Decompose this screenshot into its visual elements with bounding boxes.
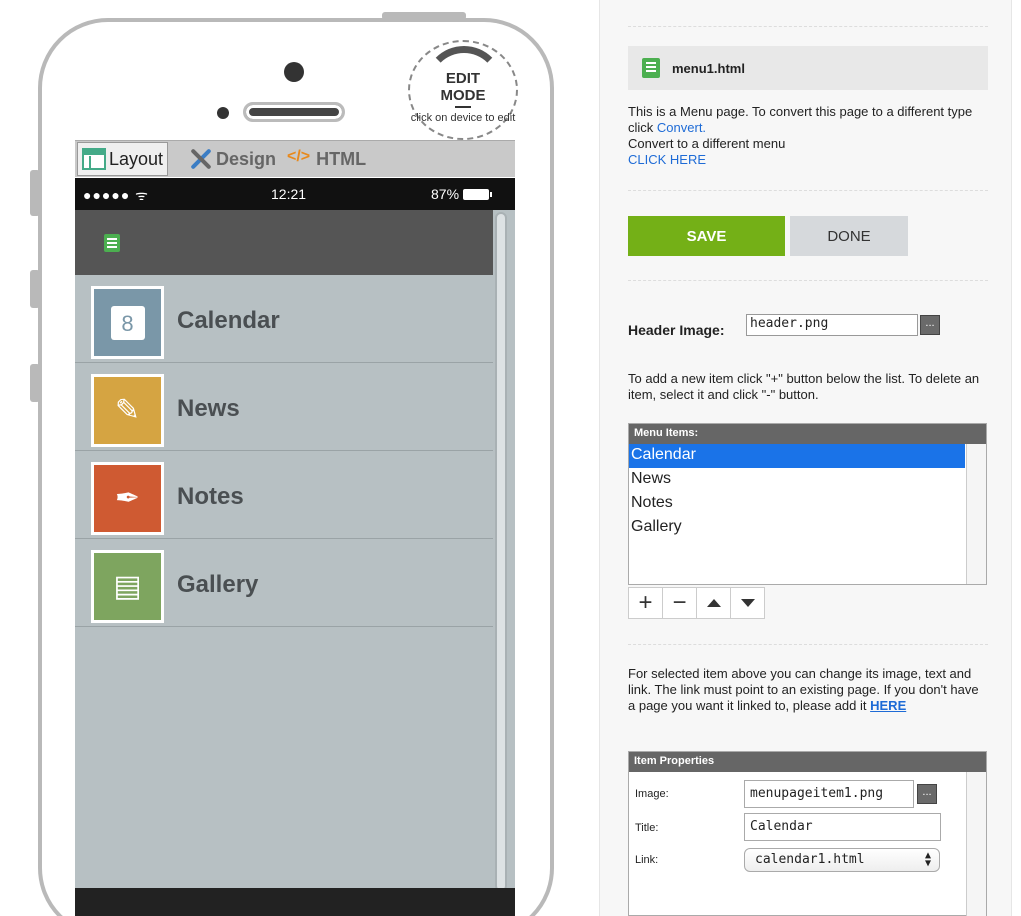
phone-speaker xyxy=(243,102,345,122)
status-bar: ●●●●● ᯤ 12:21 87% xyxy=(75,178,515,210)
menu-items-header: Menu Items: xyxy=(629,424,986,444)
divider xyxy=(628,644,988,645)
calendar-icon: 8 xyxy=(91,286,164,359)
file-name: menu1.html xyxy=(672,60,745,76)
app-header[interactable] xyxy=(75,210,493,275)
menu-item-calendar[interactable]: 8 Calendar xyxy=(75,275,493,363)
menu-item-label: News xyxy=(177,395,240,422)
menu-item-gallery[interactable]: ▤ Gallery xyxy=(75,539,493,627)
item-properties: Item Properties Image: menupageitem1.png… xyxy=(628,751,987,916)
battery-percent: 87% xyxy=(431,186,460,202)
phone-camera xyxy=(284,62,304,82)
menu-page-icon xyxy=(104,234,120,252)
news-icon-glyph: ✎ xyxy=(114,393,141,427)
tab-layout[interactable]: Layout xyxy=(77,142,169,176)
phone-sensor xyxy=(217,107,229,119)
edit-mode-title-line2: MODE xyxy=(440,87,486,104)
add-item-hint: To add a new item click "+" button below… xyxy=(628,371,980,402)
divider xyxy=(628,190,988,191)
screen-scrollbar-thumb[interactable] xyxy=(497,214,505,890)
selected-item-hint-text: For selected item above you can change i… xyxy=(628,666,979,713)
link-select-value: calendar1.html xyxy=(755,852,865,867)
header-image-field[interactable]: header.png xyxy=(746,314,918,336)
status-time: 12:21 xyxy=(271,186,307,202)
page-type-info: This is a Menu page. To convert this pag… xyxy=(628,104,988,168)
news-icon: ✎ xyxy=(91,374,164,447)
menu-items-list[interactable]: Menu Items: Calendar News Notes Gallery xyxy=(628,423,987,585)
battery-indicator: 87% xyxy=(431,186,493,202)
signal-indicator: ●●●●● ᯤ xyxy=(83,187,149,203)
selected-item-hint: For selected item above you can change i… xyxy=(628,666,988,714)
list-item[interactable]: News xyxy=(629,468,965,492)
divider xyxy=(628,280,988,281)
menu-item-label: Gallery xyxy=(177,571,259,598)
properties-panel: menu1.html This is a Menu page. To conve… xyxy=(599,0,1012,916)
edit-mode-hint: click on device to edit xyxy=(410,112,516,124)
screen-scrollbar[interactable] xyxy=(495,212,507,892)
divider xyxy=(628,26,988,27)
menu-item-notes[interactable]: ✒ Notes xyxy=(75,451,493,539)
list-item[interactable]: Notes xyxy=(629,492,965,516)
menu-item-news[interactable]: ✎ News xyxy=(75,363,493,451)
list-item[interactable]: Gallery xyxy=(629,516,965,540)
link-select[interactable]: calendar1.html ▲ ▼ xyxy=(744,848,940,872)
convert-menu-text: Convert to a different menu xyxy=(628,136,786,151)
arrow-up-icon xyxy=(706,599,721,607)
battery-icon xyxy=(463,188,493,200)
tab-layout-label: Layout xyxy=(109,148,164,169)
device-screen[interactable]: ●●●●● ᯤ 12:21 87% 8 Calendar ✎ News ✒ No… xyxy=(75,178,515,916)
save-button[interactable]: SAVE xyxy=(628,216,785,256)
list-scrollbar[interactable] xyxy=(966,444,986,584)
menu-item-label: Calendar xyxy=(177,307,280,334)
title-label: Title: xyxy=(635,822,659,834)
done-button[interactable]: DONE xyxy=(790,216,908,256)
calendar-icon-glyph: 8 xyxy=(110,305,145,340)
edit-mode-title: EDIT MODE xyxy=(410,70,516,104)
pen-icon-glyph: ✒ xyxy=(114,481,141,515)
menu-item-label: Notes xyxy=(177,483,244,510)
design-icon xyxy=(189,148,213,170)
tab-html-label: HTML xyxy=(316,148,367,169)
edit-mode-badge: EDIT MODE click on device to edit xyxy=(408,40,518,140)
remove-item-button[interactable]: − xyxy=(662,587,697,619)
edit-mode-divider xyxy=(455,106,471,108)
file-header: menu1.html xyxy=(628,46,988,90)
add-item-button[interactable]: + xyxy=(628,587,663,619)
image-browse-button[interactable]: ... xyxy=(917,784,937,804)
edit-mode-title-line1: EDIT xyxy=(445,70,481,87)
arrow-down-icon xyxy=(740,599,755,607)
app-window: EDIT MODE click on device to edit Layout… xyxy=(0,0,1021,916)
tab-design[interactable]: Design xyxy=(185,142,276,176)
move-down-button[interactable] xyxy=(730,587,765,619)
screen-bottom-bar xyxy=(75,888,515,916)
link-label: Link: xyxy=(635,854,659,866)
menu-list: 8 Calendar ✎ News ✒ Notes ▤ Gallery xyxy=(75,275,493,627)
title-field[interactable]: Calendar xyxy=(744,813,941,841)
move-up-button[interactable] xyxy=(696,587,731,619)
convert-link[interactable]: Convert. xyxy=(657,120,706,135)
click-here-link[interactable]: CLICK HERE xyxy=(628,152,706,167)
tab-design-label: Design xyxy=(216,148,277,169)
properties-scrollbar[interactable] xyxy=(966,772,986,916)
tab-html[interactable]: </> HTML xyxy=(279,142,366,176)
document-icon xyxy=(642,58,660,78)
editor-tab-bar: Layout Design </> HTML xyxy=(75,140,515,177)
image-label: Image: xyxy=(635,788,669,800)
gallery-icon-glyph: ▤ xyxy=(113,569,142,603)
item-properties-header: Item Properties xyxy=(629,752,986,772)
layout-icon xyxy=(82,148,106,170)
code-icon: </> xyxy=(287,148,311,165)
header-image-label: Header Image: xyxy=(628,322,725,338)
here-link[interactable]: HERE xyxy=(870,698,906,713)
list-toolbar: + − xyxy=(628,587,765,619)
select-arrows-icon: ▲ ▼ xyxy=(924,850,931,869)
header-image-browse-button[interactable]: ... xyxy=(920,315,940,335)
gallery-icon: ▤ xyxy=(91,550,164,623)
pen-icon: ✒ xyxy=(91,462,164,535)
list-item[interactable]: Calendar xyxy=(629,444,965,468)
device-preview-area: EDIT MODE click on device to edit Layout… xyxy=(0,0,590,916)
image-field[interactable]: menupageitem1.png xyxy=(744,780,914,808)
